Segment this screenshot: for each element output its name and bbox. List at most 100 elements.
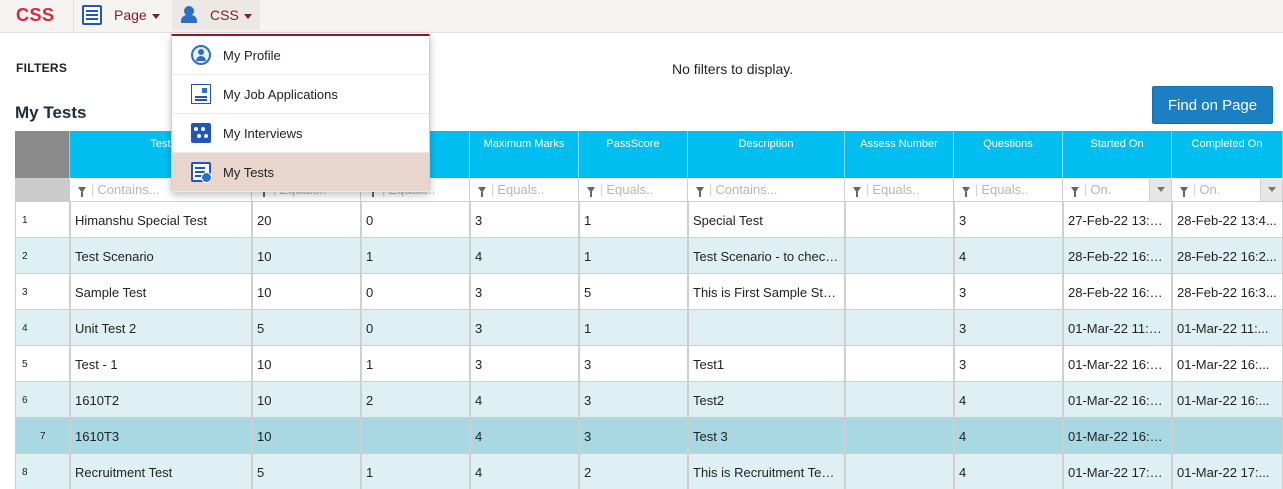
table-cell[interactable]: 5 bbox=[252, 310, 361, 346]
table-cell[interactable] bbox=[845, 418, 954, 454]
table-cell[interactable]: 10 bbox=[252, 238, 361, 274]
table-cell[interactable]: 01-Mar-22 16:1... bbox=[1063, 346, 1172, 382]
table-row[interactable]: 4 Unit Test 2 5 0 3 1 3 01-Mar-22 11:0... 01-Mar… bbox=[15, 310, 1283, 346]
table-cell[interactable]: 3 bbox=[954, 310, 1063, 346]
table-cell[interactable]: 28-Feb-22 16:3... bbox=[1172, 274, 1283, 310]
table-cell[interactable] bbox=[361, 418, 470, 454]
table-cell[interactable]: 20 bbox=[252, 202, 361, 238]
table-cell[interactable]: 5 bbox=[252, 454, 361, 489]
table-cell[interactable]: 10 bbox=[252, 346, 361, 382]
filter-funnel-icon[interactable] bbox=[962, 186, 970, 197]
table-cell[interactable]: 10 bbox=[252, 382, 361, 418]
table-cell[interactable]: 27-Feb-22 13:4... bbox=[1063, 202, 1172, 238]
table-cell[interactable]: 4 bbox=[954, 238, 1063, 274]
table-cell[interactable]: 01-Mar-22 11:0... bbox=[1063, 310, 1172, 346]
filter-funnel-icon[interactable] bbox=[1071, 186, 1079, 197]
table-cell[interactable]: 3 bbox=[470, 274, 579, 310]
table-cell[interactable]: 4 bbox=[470, 418, 579, 454]
table-cell[interactable]: 3 bbox=[954, 346, 1063, 382]
menu-item-my-interviews[interactable]: My Interviews bbox=[172, 114, 429, 153]
page-menu-button[interactable]: Page bbox=[82, 0, 160, 30]
table-cell[interactable]: 1 bbox=[361, 238, 470, 274]
table-cell[interactable] bbox=[845, 274, 954, 310]
table-cell[interactable] bbox=[845, 202, 954, 238]
table-cell[interactable]: Sample Test bbox=[70, 274, 252, 310]
table-cell[interactable]: 01-Mar-22 16:... bbox=[1172, 346, 1283, 382]
brand-logo[interactable]: CSS bbox=[16, 5, 55, 26]
table-cell[interactable]: 3 bbox=[579, 382, 688, 418]
table-cell[interactable]: 01-Mar-22 16:3... bbox=[1063, 382, 1172, 418]
filter-funnel-icon[interactable] bbox=[78, 186, 86, 197]
column-filter-input[interactable]: | Contains... bbox=[688, 178, 845, 202]
table-cell[interactable]: 28-Feb-22 16:3... bbox=[1063, 274, 1172, 310]
table-cell[interactable]: Test 3 bbox=[688, 418, 845, 454]
filter-funnel-icon[interactable] bbox=[696, 186, 704, 197]
table-row[interactable]: 3 Sample Test 10 0 3 5 This is First Sample St… bbox=[15, 274, 1283, 310]
date-picker-dropdown-icon[interactable] bbox=[1260, 178, 1282, 201]
table-cell[interactable]: 3 bbox=[954, 202, 1063, 238]
column-header[interactable]: Assess Number bbox=[845, 131, 954, 178]
table-cell[interactable]: 4 bbox=[954, 382, 1063, 418]
table-cell[interactable]: 1 bbox=[579, 238, 688, 274]
table-cell[interactable]: 1 bbox=[361, 346, 470, 382]
column-filter-input[interactable]: |Equals.. bbox=[470, 178, 579, 202]
table-cell[interactable]: Special Test bbox=[688, 202, 845, 238]
filter-funnel-icon[interactable] bbox=[1180, 186, 1188, 197]
table-cell[interactable]: 3 bbox=[470, 202, 579, 238]
table-cell[interactable]: Test1 bbox=[688, 346, 845, 382]
table-cell[interactable] bbox=[845, 382, 954, 418]
table-cell[interactable]: 4 bbox=[954, 454, 1063, 489]
table-cell[interactable]: 10 bbox=[252, 274, 361, 310]
table-cell[interactable]: 5 bbox=[579, 274, 688, 310]
column-filter-input[interactable]: | On. bbox=[1172, 178, 1283, 202]
table-cell[interactable]: 1 bbox=[579, 310, 688, 346]
table-cell[interactable] bbox=[845, 310, 954, 346]
table-row[interactable]: 7 1610T3 10 4 3 Test 3 4 01-Mar-22 16:5... bbox=[15, 418, 1283, 454]
table-row[interactable]: 5 Test - 1 10 1 3 3 Test1 3 01-Mar-22 16:1... 01-… bbox=[15, 346, 1283, 382]
column-filter-input[interactable]: |Equals.. bbox=[954, 178, 1063, 202]
table-cell[interactable]: 1610T3 bbox=[70, 418, 252, 454]
table-cell[interactable]: This is First Sample Stan... bbox=[688, 274, 845, 310]
table-cell[interactable]: Test Scenario bbox=[70, 238, 252, 274]
column-header[interactable]: Questions bbox=[954, 131, 1063, 178]
table-cell[interactable]: 28-Feb-22 13:4... bbox=[1172, 202, 1283, 238]
table-cell[interactable]: 3 bbox=[579, 346, 688, 382]
table-cell[interactable]: 1 bbox=[361, 454, 470, 489]
table-cell[interactable]: 28-Feb-22 16:2... bbox=[1172, 238, 1283, 274]
table-cell[interactable] bbox=[845, 346, 954, 382]
css-menu-button[interactable]: CSS bbox=[172, 0, 260, 30]
table-cell[interactable]: 01-Mar-22 16:5... bbox=[1063, 418, 1172, 454]
table-row[interactable]: 6 1610T2 10 2 4 3 Test2 4 01-Mar-22 16:3... 01-Ma… bbox=[15, 382, 1283, 418]
table-cell[interactable]: 28-Feb-22 16:0... bbox=[1063, 238, 1172, 274]
table-cell[interactable] bbox=[1172, 418, 1283, 454]
table-cell[interactable]: 10 bbox=[252, 418, 361, 454]
table-cell[interactable]: 0 bbox=[361, 202, 470, 238]
table-cell[interactable]: 3 bbox=[470, 346, 579, 382]
find-on-page-button[interactable]: Find on Page bbox=[1152, 86, 1273, 124]
table-row[interactable]: 2 Test Scenario 10 1 4 1 Test Scenario - to ch… bbox=[15, 238, 1283, 274]
filter-funnel-icon[interactable] bbox=[478, 186, 486, 197]
table-cell[interactable]: 0 bbox=[361, 310, 470, 346]
column-header[interactable]: PassScore bbox=[579, 131, 688, 178]
table-cell[interactable]: Test - 1 bbox=[70, 346, 252, 382]
table-cell[interactable]: Test2 bbox=[688, 382, 845, 418]
table-cell[interactable]: 01-Mar-22 16:... bbox=[1172, 382, 1283, 418]
menu-item-my-job-applications[interactable]: My Job Applications bbox=[172, 75, 429, 114]
table-cell[interactable]: 01-Mar-22 17:2... bbox=[1063, 454, 1172, 489]
filter-funnel-icon[interactable] bbox=[853, 186, 861, 197]
table-cell[interactable]: 01-Mar-22 17:... bbox=[1172, 454, 1283, 489]
date-picker-dropdown-icon[interactable] bbox=[1149, 178, 1171, 201]
table-cell[interactable]: 4 bbox=[470, 238, 579, 274]
table-row[interactable]: 1 Himanshu Special Test 20 0 3 1 Special Test 3… bbox=[15, 202, 1283, 238]
table-cell[interactable]: 3 bbox=[579, 418, 688, 454]
table-cell[interactable]: 4 bbox=[954, 418, 1063, 454]
table-cell[interactable]: Test Scenario - to check... bbox=[688, 238, 845, 274]
column-header[interactable]: Started On bbox=[1063, 131, 1172, 178]
column-header[interactable]: Completed On bbox=[1172, 131, 1283, 178]
column-filter-input[interactable]: |Equals.. bbox=[579, 178, 688, 202]
column-header[interactable]: Maximum Marks bbox=[470, 131, 579, 178]
menu-item-my-tests[interactable]: My Tests bbox=[172, 153, 429, 192]
table-cell[interactable]: 3 bbox=[954, 274, 1063, 310]
table-cell[interactable] bbox=[845, 238, 954, 274]
menu-item-my-profile[interactable]: My Profile bbox=[172, 36, 429, 75]
